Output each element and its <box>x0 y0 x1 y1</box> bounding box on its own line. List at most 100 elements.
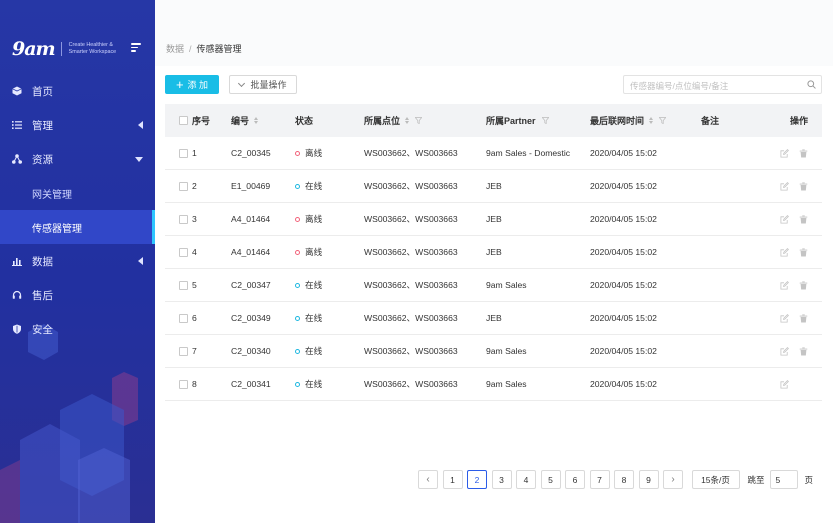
status-dot-icon <box>295 315 300 321</box>
tagline-line: Smarter Workspace <box>68 49 117 55</box>
jump-input[interactable]: 5 <box>769 470 798 489</box>
column-header-point[interactable]: 所属点位 <box>364 114 400 127</box>
edit-icon[interactable] <box>780 280 789 290</box>
filter-icon[interactable] <box>541 117 549 124</box>
table-row: 2 E1_00469 在线 WS003662、WS003663 JEB 2020/04/0… <box>165 170 822 203</box>
jump-label: 跳至 <box>747 474 765 485</box>
select-all-checkbox[interactable] <box>179 116 188 125</box>
last-online-cell: 2020/04/05 15:02 <box>590 247 657 257</box>
app-root: 9am Create Healthier & Smarter Workspace… <box>0 0 833 523</box>
breadcrumb-parent[interactable]: 数据 <box>166 44 184 54</box>
partner-cell: JEB <box>486 181 502 191</box>
trash-icon[interactable] <box>799 181 808 191</box>
chevron-down-icon <box>238 79 246 87</box>
sidebar-item-data[interactable]: 数据 <box>0 244 155 278</box>
page-button[interactable]: 5 <box>540 470 561 489</box>
last-online-cell: 2020/04/05 15:02 <box>590 214 657 224</box>
edit-icon[interactable] <box>780 247 789 257</box>
table-row: 7 C2_00340 在线 WS003662、WS003663 9am Sales 202… <box>165 335 822 368</box>
row-checkbox[interactable] <box>179 247 188 257</box>
page-size-select[interactable]: 15条/页 <box>691 470 740 489</box>
chevron-down-icon <box>135 157 143 162</box>
sidebar-item-home[interactable]: 首页 <box>0 74 155 108</box>
partner-cell: 9am Sales <box>486 280 527 290</box>
last-online-cell: 2020/04/05 15:02 <box>590 313 657 323</box>
column-header-no: 序号 <box>192 116 211 126</box>
chevron-left-icon <box>138 257 143 265</box>
page-button[interactable]: 3 <box>491 470 512 489</box>
trash-icon[interactable] <box>799 247 808 257</box>
sidebar-item-after-sales[interactable]: 售后 <box>0 278 155 312</box>
edit-icon[interactable] <box>780 346 789 356</box>
row-number: 1 <box>192 148 197 158</box>
sidebar-item-gateway[interactable]: 网关管理 <box>0 176 155 210</box>
edit-icon[interactable] <box>780 214 789 224</box>
table-row: 4 A4_01464 离线 WS003662、WS003663 JEB 2020/04/0… <box>165 236 822 269</box>
table-row: 1 C2_00345 离线 WS003662、WS003663 9am Sales - … <box>165 137 822 170</box>
table-header: 序号 编号 状态 所属点位 所属Partner 最后联网时间 备注 操作 <box>165 104 822 137</box>
status-dot-icon <box>295 282 300 288</box>
row-checkbox[interactable] <box>179 214 188 224</box>
search-icon[interactable] <box>807 80 816 89</box>
row-checkbox[interactable] <box>179 313 188 323</box>
sensor-code: C2_00340 <box>231 346 271 356</box>
shield-icon <box>12 324 22 334</box>
page-button[interactable]: 9 <box>638 470 659 489</box>
trash-icon[interactable] <box>799 346 808 356</box>
add-button[interactable]: + 添 加 <box>165 75 219 94</box>
sensor-code: C2_00345 <box>231 148 271 158</box>
status-dot-icon <box>295 249 300 255</box>
status-dot-icon <box>295 150 300 156</box>
sensor-code: C2_00341 <box>231 379 271 389</box>
page-button[interactable]: 7 <box>589 470 610 489</box>
pagination: ‹ 123456789 › 15条/页 跳至 5 页 <box>418 470 813 489</box>
sidebar-item-sensor[interactable]: 传感器管理 <box>0 210 155 244</box>
status-label: 在线 <box>305 379 323 389</box>
trash-icon[interactable] <box>799 148 808 158</box>
row-checkbox[interactable] <box>179 148 188 158</box>
column-header-partner: 所属Partner <box>486 116 536 126</box>
column-header-last-online[interactable]: 最后联网时间 <box>590 114 644 127</box>
edit-icon[interactable] <box>780 148 789 158</box>
edit-icon[interactable] <box>780 379 789 389</box>
page-button[interactable]: 6 <box>565 470 585 489</box>
sidebar-item-label: 管理 <box>32 119 53 132</box>
filter-icon[interactable] <box>415 117 423 124</box>
status-label: 在线 <box>305 346 323 356</box>
bulk-actions-dropdown[interactable]: 批量操作 <box>229 75 297 94</box>
sort-icon[interactable] <box>254 117 259 124</box>
row-checkbox[interactable] <box>179 181 188 191</box>
table-row: 8 C2_00341 在线 WS003662、WS003663 9am Sales 202… <box>165 368 822 401</box>
row-checkbox[interactable] <box>179 280 188 290</box>
sidebar-item-management[interactable]: 管理 <box>0 108 155 142</box>
nodes-icon <box>12 154 22 164</box>
sidebar: 9am Create Healthier & Smarter Workspace… <box>0 0 155 523</box>
search-input[interactable] <box>624 77 799 95</box>
page-button[interactable]: 4 <box>516 470 536 489</box>
sort-icon[interactable] <box>649 117 654 124</box>
page-button[interactable]: 1 <box>442 470 463 489</box>
row-checkbox[interactable] <box>179 379 188 389</box>
filter-icon[interactable] <box>659 117 667 124</box>
trash-icon[interactable] <box>799 280 808 290</box>
edit-icon[interactable] <box>780 313 789 323</box>
collapse-menu-icon[interactable] <box>131 43 141 52</box>
row-checkbox[interactable] <box>179 346 188 356</box>
column-header-code[interactable]: 编号 <box>231 114 249 127</box>
column-header-ops: 操作 <box>789 116 808 126</box>
trash-icon[interactable] <box>799 214 808 224</box>
brand-divider <box>60 42 62 56</box>
breadcrumb-separator: / <box>189 44 192 54</box>
sort-icon[interactable] <box>405 117 410 124</box>
prev-page-button[interactable]: ‹ <box>418 470 438 489</box>
sensor-code: C2_00347 <box>231 280 271 290</box>
sidebar-item-resources[interactable]: 资源 <box>0 142 155 176</box>
sidebar-item-security[interactable]: 安全 <box>0 312 155 346</box>
page-button[interactable]: 2 <box>467 470 487 489</box>
main-content: 数据 / 传感器管理 + 添 加 批量操作 序号 编号 状态 所属点位 所属Part… <box>155 0 833 523</box>
cube-icon <box>12 86 22 96</box>
page-button[interactable]: 8 <box>614 470 634 489</box>
next-page-button[interactable]: › <box>663 470 683 489</box>
trash-icon[interactable] <box>799 313 808 323</box>
edit-icon[interactable] <box>780 181 789 191</box>
